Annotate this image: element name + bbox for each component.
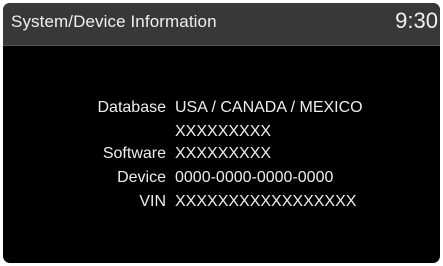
system-device-info-screen: System/Device Information 9:30 Database …	[3, 3, 440, 263]
device-value: 0000-0000-0000-0000	[175, 169, 334, 186]
database-label: Database	[97, 99, 167, 116]
device-row: Device 0000-0000-0000-0000	[3, 166, 440, 190]
info-panel: Database USA / CANADA / MEXICO XXXXXXXXX…	[3, 96, 440, 214]
clock: 9:30	[395, 8, 438, 33]
software-row: Software XXXXXXXXX	[3, 142, 440, 166]
database-row: Database USA / CANADA / MEXICO	[3, 96, 440, 120]
page-title: System/Device Information	[11, 12, 217, 31]
display-frame: System/Device Information 9:30 Database …	[0, 0, 443, 266]
vin-row: VIN XXXXXXXXXXXXXXXXX	[3, 190, 440, 214]
database-value-region: USA / CANADA / MEXICO	[175, 99, 363, 116]
vin-label: VIN	[139, 193, 166, 210]
device-label: Device	[117, 169, 166, 186]
header-bar: System/Device Information 9:30	[3, 3, 440, 46]
vin-value: XXXXXXXXXXXXXXXXX	[175, 193, 357, 210]
database-value-version: XXXXXXXXX	[175, 123, 272, 140]
database-row-continued: XXXXXXXXX	[3, 120, 440, 142]
software-label: Software	[102, 145, 166, 162]
software-value: XXXXXXXXX	[175, 145, 272, 162]
